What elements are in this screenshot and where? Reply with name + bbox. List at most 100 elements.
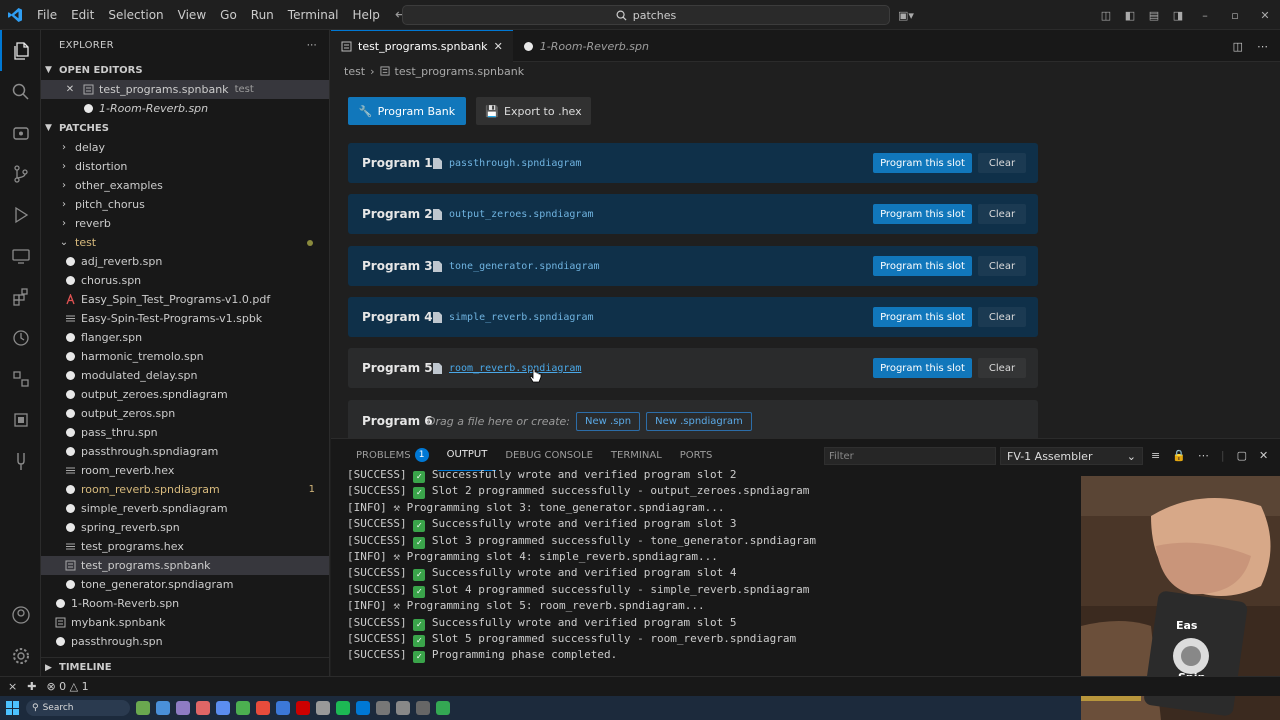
tuning-fork-icon[interactable]: [0, 440, 41, 481]
blocks-icon[interactable]: [0, 358, 41, 399]
slot-file-link[interactable]: tone_generator.spndiagram: [449, 261, 600, 272]
close-panel-icon[interactable]: ✕: [1259, 449, 1268, 462]
more-actions-icon[interactable]: ⋯: [307, 40, 317, 51]
output-filter-input[interactable]: Filter: [824, 447, 996, 465]
clear-slot-button[interactable]: Clear: [978, 256, 1026, 276]
layout-panel-icon[interactable]: ▤: [1142, 9, 1166, 22]
layout-right-icon[interactable]: ◨: [1166, 9, 1190, 22]
taskbar-search[interactable]: ⚲ Search: [26, 700, 130, 716]
taskbar-chrome-icon[interactable]: [436, 701, 450, 715]
layout-left-icon[interactable]: ◧: [1118, 9, 1142, 22]
program-slot-button[interactable]: Program this slot: [873, 204, 972, 224]
maximize-icon[interactable]: ▫: [1220, 9, 1250, 22]
search-icon[interactable]: [0, 71, 41, 112]
remote-explorer-icon[interactable]: [0, 235, 41, 276]
file-item[interactable]: adj_reverb.spn: [41, 252, 329, 271]
file-item[interactable]: spring_reverb.spn: [41, 518, 329, 537]
file-item[interactable]: output_zeroes.spndiagram: [41, 385, 329, 404]
taskbar-vscode-icon[interactable]: [356, 701, 370, 715]
export-hex-button[interactable]: 💾 Export to .hex: [476, 97, 591, 125]
command-center-search[interactable]: patches: [402, 5, 890, 25]
folder-item[interactable]: › distortion: [41, 157, 329, 176]
tab-test-programs[interactable]: test_programs.spnbank ✕: [331, 30, 513, 62]
taskbar-app-icon[interactable]: [296, 701, 310, 715]
explorer-icon[interactable]: [0, 30, 41, 71]
close-icon[interactable]: ✕: [63, 84, 77, 96]
program-slot-button[interactable]: Program this slot: [873, 358, 972, 378]
file-item[interactable]: room_reverb.hex: [41, 461, 329, 480]
file-item[interactable]: Easy-Spin-Test-Programs-v1.spbk: [41, 309, 329, 328]
file-item[interactable]: pass_thru.spn: [41, 423, 329, 442]
menu-file[interactable]: File: [30, 0, 64, 30]
close-window-icon[interactable]: ✕: [1250, 9, 1280, 22]
patches-section[interactable]: ▼ PATCHES: [41, 118, 329, 138]
maximize-panel-icon[interactable]: ▢: [1237, 449, 1247, 462]
remote-indicator-icon[interactable]: ×: [8, 680, 17, 693]
file-item[interactable]: test_programs.spnbank: [41, 556, 329, 575]
windows-start-icon[interactable]: [6, 701, 20, 715]
layout-sidebar-icon[interactable]: ◫: [1094, 9, 1118, 22]
clear-slot-button[interactable]: Clear: [978, 307, 1026, 327]
taskbar-app-icon[interactable]: [276, 701, 290, 715]
timeline-clock-icon[interactable]: [0, 317, 41, 358]
file-item[interactable]: mybank.spnbank: [41, 613, 329, 632]
menu-selection[interactable]: Selection: [101, 0, 170, 30]
new-spndiagram-button[interactable]: New .spndiagram: [646, 411, 752, 431]
slot-file-link[interactable]: passthrough.spndiagram: [449, 158, 581, 169]
taskbar-app-icon[interactable]: [236, 701, 250, 715]
file-item[interactable]: room_reverb.spndiagram 1: [41, 480, 329, 499]
slot-file-link[interactable]: output_zeroes.spndiagram: [449, 209, 594, 220]
file-item[interactable]: simple_reverb.spndiagram: [41, 499, 329, 518]
taskbar-app-icon[interactable]: [136, 701, 150, 715]
file-item[interactable]: Easy_Spin_Test_Programs-v1.0.pdf: [41, 290, 329, 309]
file-item[interactable]: flanger.spn: [41, 328, 329, 347]
run-debug-icon[interactable]: [0, 194, 41, 235]
program-bank-button[interactable]: 🔧 Program Bank: [348, 97, 466, 125]
file-item[interactable]: passthrough.spndiagram: [41, 442, 329, 461]
menu-help[interactable]: Help: [346, 0, 387, 30]
taskbar-app-icon[interactable]: [316, 701, 330, 715]
taskbar-app-icon[interactable]: [176, 701, 190, 715]
menu-go[interactable]: Go: [213, 0, 244, 30]
file-item[interactable]: test_programs.hex: [41, 537, 329, 556]
slot-file-link[interactable]: simple_reverb.spndiagram: [449, 312, 594, 323]
file-item[interactable]: output_zeros.spn: [41, 404, 329, 423]
folder-item[interactable]: › reverb: [41, 214, 329, 233]
taskbar-app-icon[interactable]: [156, 701, 170, 715]
ports-icon[interactable]: ✚: [27, 680, 36, 693]
folder-item[interactable]: › delay: [41, 138, 329, 157]
clear-slot-button[interactable]: Clear: [978, 153, 1026, 173]
folder-item-test[interactable]: ⌄ test: [41, 233, 329, 252]
chip-icon[interactable]: [0, 399, 41, 440]
menu-edit[interactable]: Edit: [64, 0, 101, 30]
folder-item[interactable]: › pitch_chorus: [41, 195, 329, 214]
taskbar-app-icon[interactable]: [256, 701, 270, 715]
taskbar-app-icon[interactable]: [376, 701, 390, 715]
list-filter-icon[interactable]: ≡: [1151, 449, 1160, 462]
more-actions-icon[interactable]: ⋯: [1198, 449, 1209, 462]
lock-icon[interactable]: 🔒: [1172, 449, 1186, 462]
file-item[interactable]: harmonic_tremolo.spn: [41, 347, 329, 366]
account-icon[interactable]: [0, 594, 41, 635]
clear-slot-button[interactable]: Clear: [978, 358, 1026, 378]
git-branch-icon[interactable]: [0, 153, 41, 194]
problems-status[interactable]: ⊗ 0 △ 1: [46, 680, 88, 693]
file-item[interactable]: tone_generator.spndiagram: [41, 575, 329, 594]
timeline-section[interactable]: ▶ TIMELINE: [41, 657, 329, 676]
taskbar-app-icon[interactable]: [396, 701, 410, 715]
file-item[interactable]: 1-Room-Reverb.spn: [41, 594, 329, 613]
slot-file-link[interactable]: room_reverb.spndiagram: [449, 363, 581, 374]
minimize-icon[interactable]: –: [1190, 9, 1220, 22]
menu-run[interactable]: Run: [244, 0, 281, 30]
open-editors-section[interactable]: ▼ OPEN EDITORS: [41, 60, 329, 80]
menu-terminal[interactable]: Terminal: [281, 0, 346, 30]
extensions-icon[interactable]: [0, 276, 41, 317]
program-slot-button[interactable]: Program this slot: [873, 256, 972, 276]
open-editor-item[interactable]: 1-Room-Reverb.spn: [41, 99, 329, 118]
menu-view[interactable]: View: [171, 0, 213, 30]
breadcrumb-folder[interactable]: test: [344, 65, 365, 78]
copilot-icon[interactable]: ▣▾: [898, 9, 914, 22]
clear-slot-button[interactable]: Clear: [978, 204, 1026, 224]
taskbar-app-icon[interactable]: [216, 701, 230, 715]
source-control-icon[interactable]: [0, 112, 41, 153]
